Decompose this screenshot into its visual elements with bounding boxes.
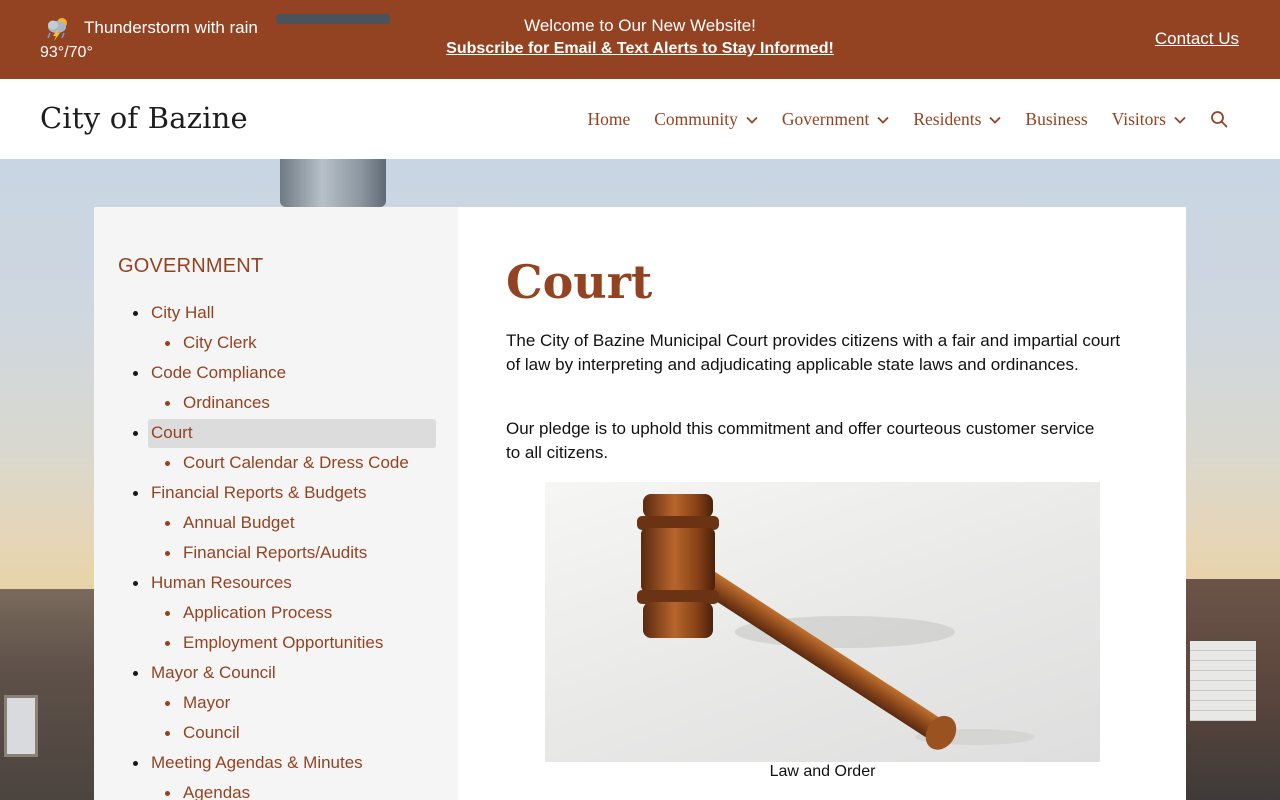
nav-visitors[interactable]: Visitors — [1112, 109, 1186, 130]
bullet — [165, 461, 170, 466]
nav-label: Residents — [913, 108, 982, 129]
sidebar-item-annual-budget[interactable]: Annual Budget — [94, 508, 458, 538]
bullet — [133, 311, 138, 316]
bullet — [165, 731, 170, 736]
subscribe-link[interactable]: Subscribe for Email & Text Alerts to Sta… — [340, 37, 940, 61]
sidebar-item-ordinances[interactable]: Ordinances — [94, 388, 458, 418]
sidebar-item-label: Meeting Agendas & Minutes — [151, 753, 363, 772]
gavel-image — [545, 482, 1100, 762]
nav-community[interactable]: Community — [654, 109, 758, 130]
sidebar-item-label: Ordinances — [183, 393, 270, 412]
background-garage-door — [1190, 641, 1256, 721]
sidebar-item-label: Human Resources — [151, 573, 292, 592]
sidebar-heading: GOVERNMENT — [118, 255, 264, 277]
nav-government[interactable]: Government — [782, 109, 889, 130]
sidebar-item-mayor[interactable]: Mayor — [94, 688, 458, 718]
content-panel: GOVERNMENT City Hall City Clerk Code Com… — [94, 207, 1186, 800]
announcement-text: Welcome to Our New Website! — [524, 16, 756, 35]
thunderstorm-icon — [44, 14, 72, 42]
sidebar-list: City Hall City Clerk Code Compliance Ord… — [94, 298, 458, 800]
bullet — [133, 761, 138, 766]
site-header: City of Bazine Home Community Government… — [0, 79, 1280, 159]
pledge-paragraph: Our pledge is to uphold this commitment … — [506, 419, 1095, 462]
bullet — [133, 371, 138, 376]
sidebar-item-label: Court Calendar & Dress Code — [183, 453, 409, 472]
sidebar-item-human-resources[interactable]: Human Resources — [94, 568, 458, 598]
sidebar-item-label: Financial Reports & Budgets — [151, 483, 367, 502]
sidebar-item-court[interactable]: Court — [94, 418, 458, 448]
nav-label: Community — [654, 108, 738, 129]
water-tower-tank — [280, 159, 386, 207]
sidebar-item-council[interactable]: Council — [94, 718, 458, 748]
sidebar-item-label: Council — [183, 723, 240, 742]
nav-label: Visitors — [1111, 108, 1166, 129]
sidebar-item-employment[interactable]: Employment Opportunities — [94, 628, 458, 658]
chevron-down-icon[interactable] — [989, 114, 1002, 126]
bullet — [133, 671, 138, 676]
sidebar-item-city-clerk[interactable]: City Clerk — [94, 328, 458, 358]
sidebar-item-label: Financial Reports/Audits — [183, 543, 368, 562]
sidebar: GOVERNMENT City Hall City Clerk Code Com… — [94, 207, 458, 800]
sidebar-item-agendas[interactable]: Agendas — [94, 778, 458, 800]
bullet — [165, 401, 170, 406]
sidebar-item-label: Court — [151, 423, 193, 442]
bullet — [165, 611, 170, 616]
intro-paragraph: The City of Bazine Municipal Court provi… — [506, 331, 1121, 374]
sidebar-item-label: Application Process — [183, 603, 333, 622]
nav-business[interactable]: Business — [1025, 109, 1087, 130]
nav-label: Business — [1025, 108, 1088, 129]
bullet — [165, 521, 170, 526]
chevron-down-icon[interactable] — [1174, 114, 1186, 126]
bullet — [165, 701, 170, 706]
weather-widget[interactable]: Thunderstorm with rain 93°/70° — [40, 14, 258, 62]
bullet — [133, 491, 138, 496]
bullet — [165, 551, 170, 556]
site-title[interactable]: City of Bazine — [40, 101, 248, 135]
sidebar-item-label: Mayor — [183, 693, 231, 712]
sidebar-item-city-hall[interactable]: City Hall — [94, 298, 458, 328]
weather-condition: Thunderstorm with rain — [84, 18, 258, 37]
page-title: Court — [506, 255, 653, 309]
sidebar-item-meeting-agendas[interactable]: Meeting Agendas & Minutes — [94, 748, 458, 778]
nav-label: Home — [587, 108, 631, 129]
nav-label: Government — [781, 108, 870, 129]
nav-home[interactable]: Home — [587, 109, 630, 130]
sidebar-item-label: Employment Opportunities — [183, 633, 384, 652]
sidebar-item-code-compliance[interactable]: Code Compliance — [94, 358, 458, 388]
search-icon[interactable] — [1210, 110, 1228, 128]
sidebar-item-label: City Clerk — [183, 333, 257, 352]
sidebar-item-label: Mayor & Council — [151, 663, 276, 682]
water-tower — [276, 14, 390, 24]
sidebar-item-court-calendar[interactable]: Court Calendar & Dress Code — [94, 448, 458, 478]
sidebar-item-label: Code Compliance — [151, 363, 287, 382]
bullet — [133, 431, 138, 436]
weather-temperatures: 93°/70° — [40, 44, 93, 61]
sidebar-item-mayor-council[interactable]: Mayor & Council — [94, 658, 458, 688]
bullet — [165, 341, 170, 346]
sidebar-item-label: Agendas — [183, 783, 251, 800]
contact-us-link[interactable]: Contact Us — [1155, 29, 1239, 49]
sidebar-item-application-process[interactable]: Application Process — [94, 598, 458, 628]
announcement: Welcome to Our New Website! Subscribe fo… — [340, 15, 940, 61]
chevron-down-icon[interactable] — [746, 114, 758, 126]
sidebar-item-label: Annual Budget — [183, 513, 295, 532]
background-window — [4, 695, 38, 757]
sidebar-item-label: City Hall — [151, 303, 215, 322]
bullet — [165, 641, 170, 646]
sidebar-item-audits[interactable]: Financial Reports/Audits — [94, 538, 458, 568]
nav-residents[interactable]: Residents — [913, 108, 1002, 130]
chevron-down-icon[interactable] — [877, 114, 889, 126]
bullet — [165, 791, 170, 796]
image-caption: Law and Order — [769, 763, 876, 780]
top-alert-bar: Thunderstorm with rain 93°/70° Welcome t… — [0, 0, 1280, 79]
main-nav: Home Community Government Residents Busi… — [563, 79, 1228, 159]
sidebar-item-financial-reports[interactable]: Financial Reports & Budgets — [94, 478, 458, 508]
bullet — [133, 581, 138, 586]
